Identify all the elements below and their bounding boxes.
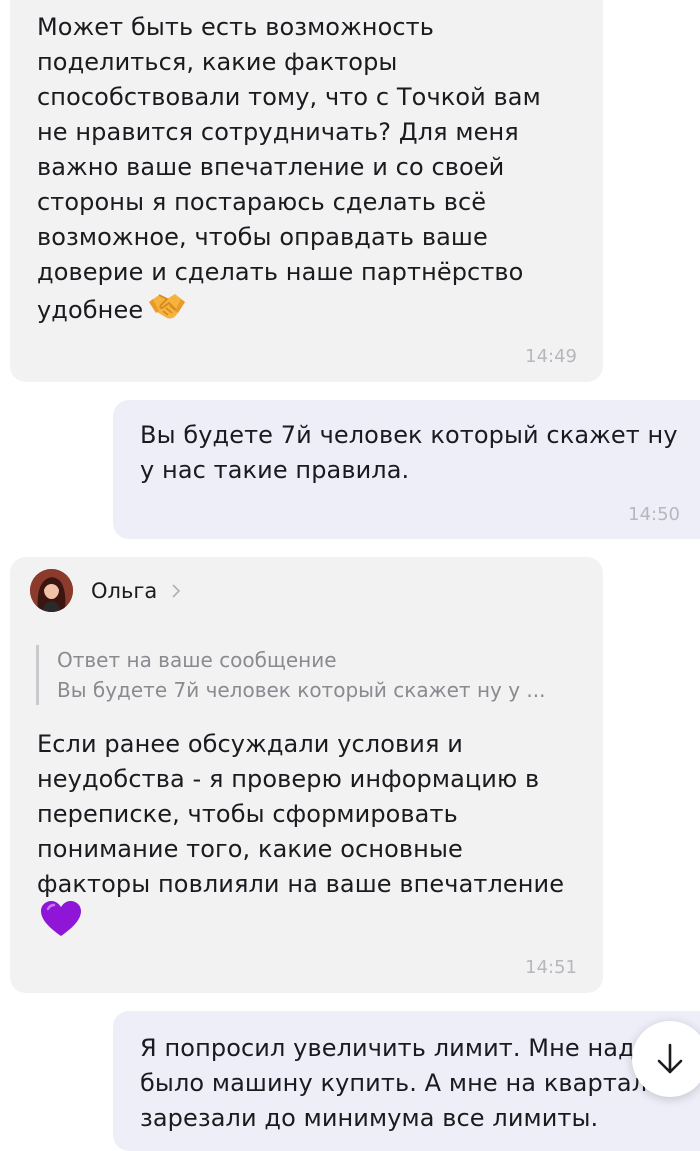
sender-header[interactable]: Ольга — [30, 569, 181, 612]
message-text: Если ранее обсуждали условия и неудобств… — [37, 730, 565, 898]
arrow-down-icon — [657, 1043, 683, 1074]
scroll-down-button[interactable] — [632, 1021, 700, 1097]
message-text: Может быть есть возможность поделиться, … — [37, 10, 597, 332]
purple-heart-emoji — [40, 900, 82, 942]
reply-preview: Вы будете 7й человек который скажет ну у… — [57, 678, 546, 702]
message-bubble-incoming[interactable]: Ольга Ответ на ваше сообщение Вы будете … — [10, 557, 603, 993]
handshake-emoji — [147, 290, 187, 332]
message-bubble-outgoing[interactable]: Вы будете 7й человек который скажет ну у… — [113, 400, 700, 539]
message-time: 14:51 — [525, 957, 577, 978]
message-text: Вы будете 7й человек который скажет ну у… — [140, 421, 678, 484]
message-time: 14:50 — [628, 504, 680, 525]
reply-title: Ответ на ваше сообщение — [57, 648, 337, 672]
message-time: 14:49 — [525, 346, 577, 367]
sender-name[interactable]: Ольга — [91, 579, 157, 603]
reply-quote[interactable]: Ответ на ваше сообщение Вы будете 7й чел… — [36, 645, 576, 705]
avatar[interactable] — [30, 569, 73, 612]
message-bubble-outgoing[interactable]: Я попросил увеличить лимит. Мне над было… — [113, 1011, 700, 1151]
message-bubble-incoming[interactable]: Может быть есть возможность поделиться, … — [10, 0, 603, 382]
chevron-right-icon[interactable] — [171, 583, 181, 599]
message-text: Я попросил увеличить лимит. Мне над было… — [140, 1034, 648, 1132]
